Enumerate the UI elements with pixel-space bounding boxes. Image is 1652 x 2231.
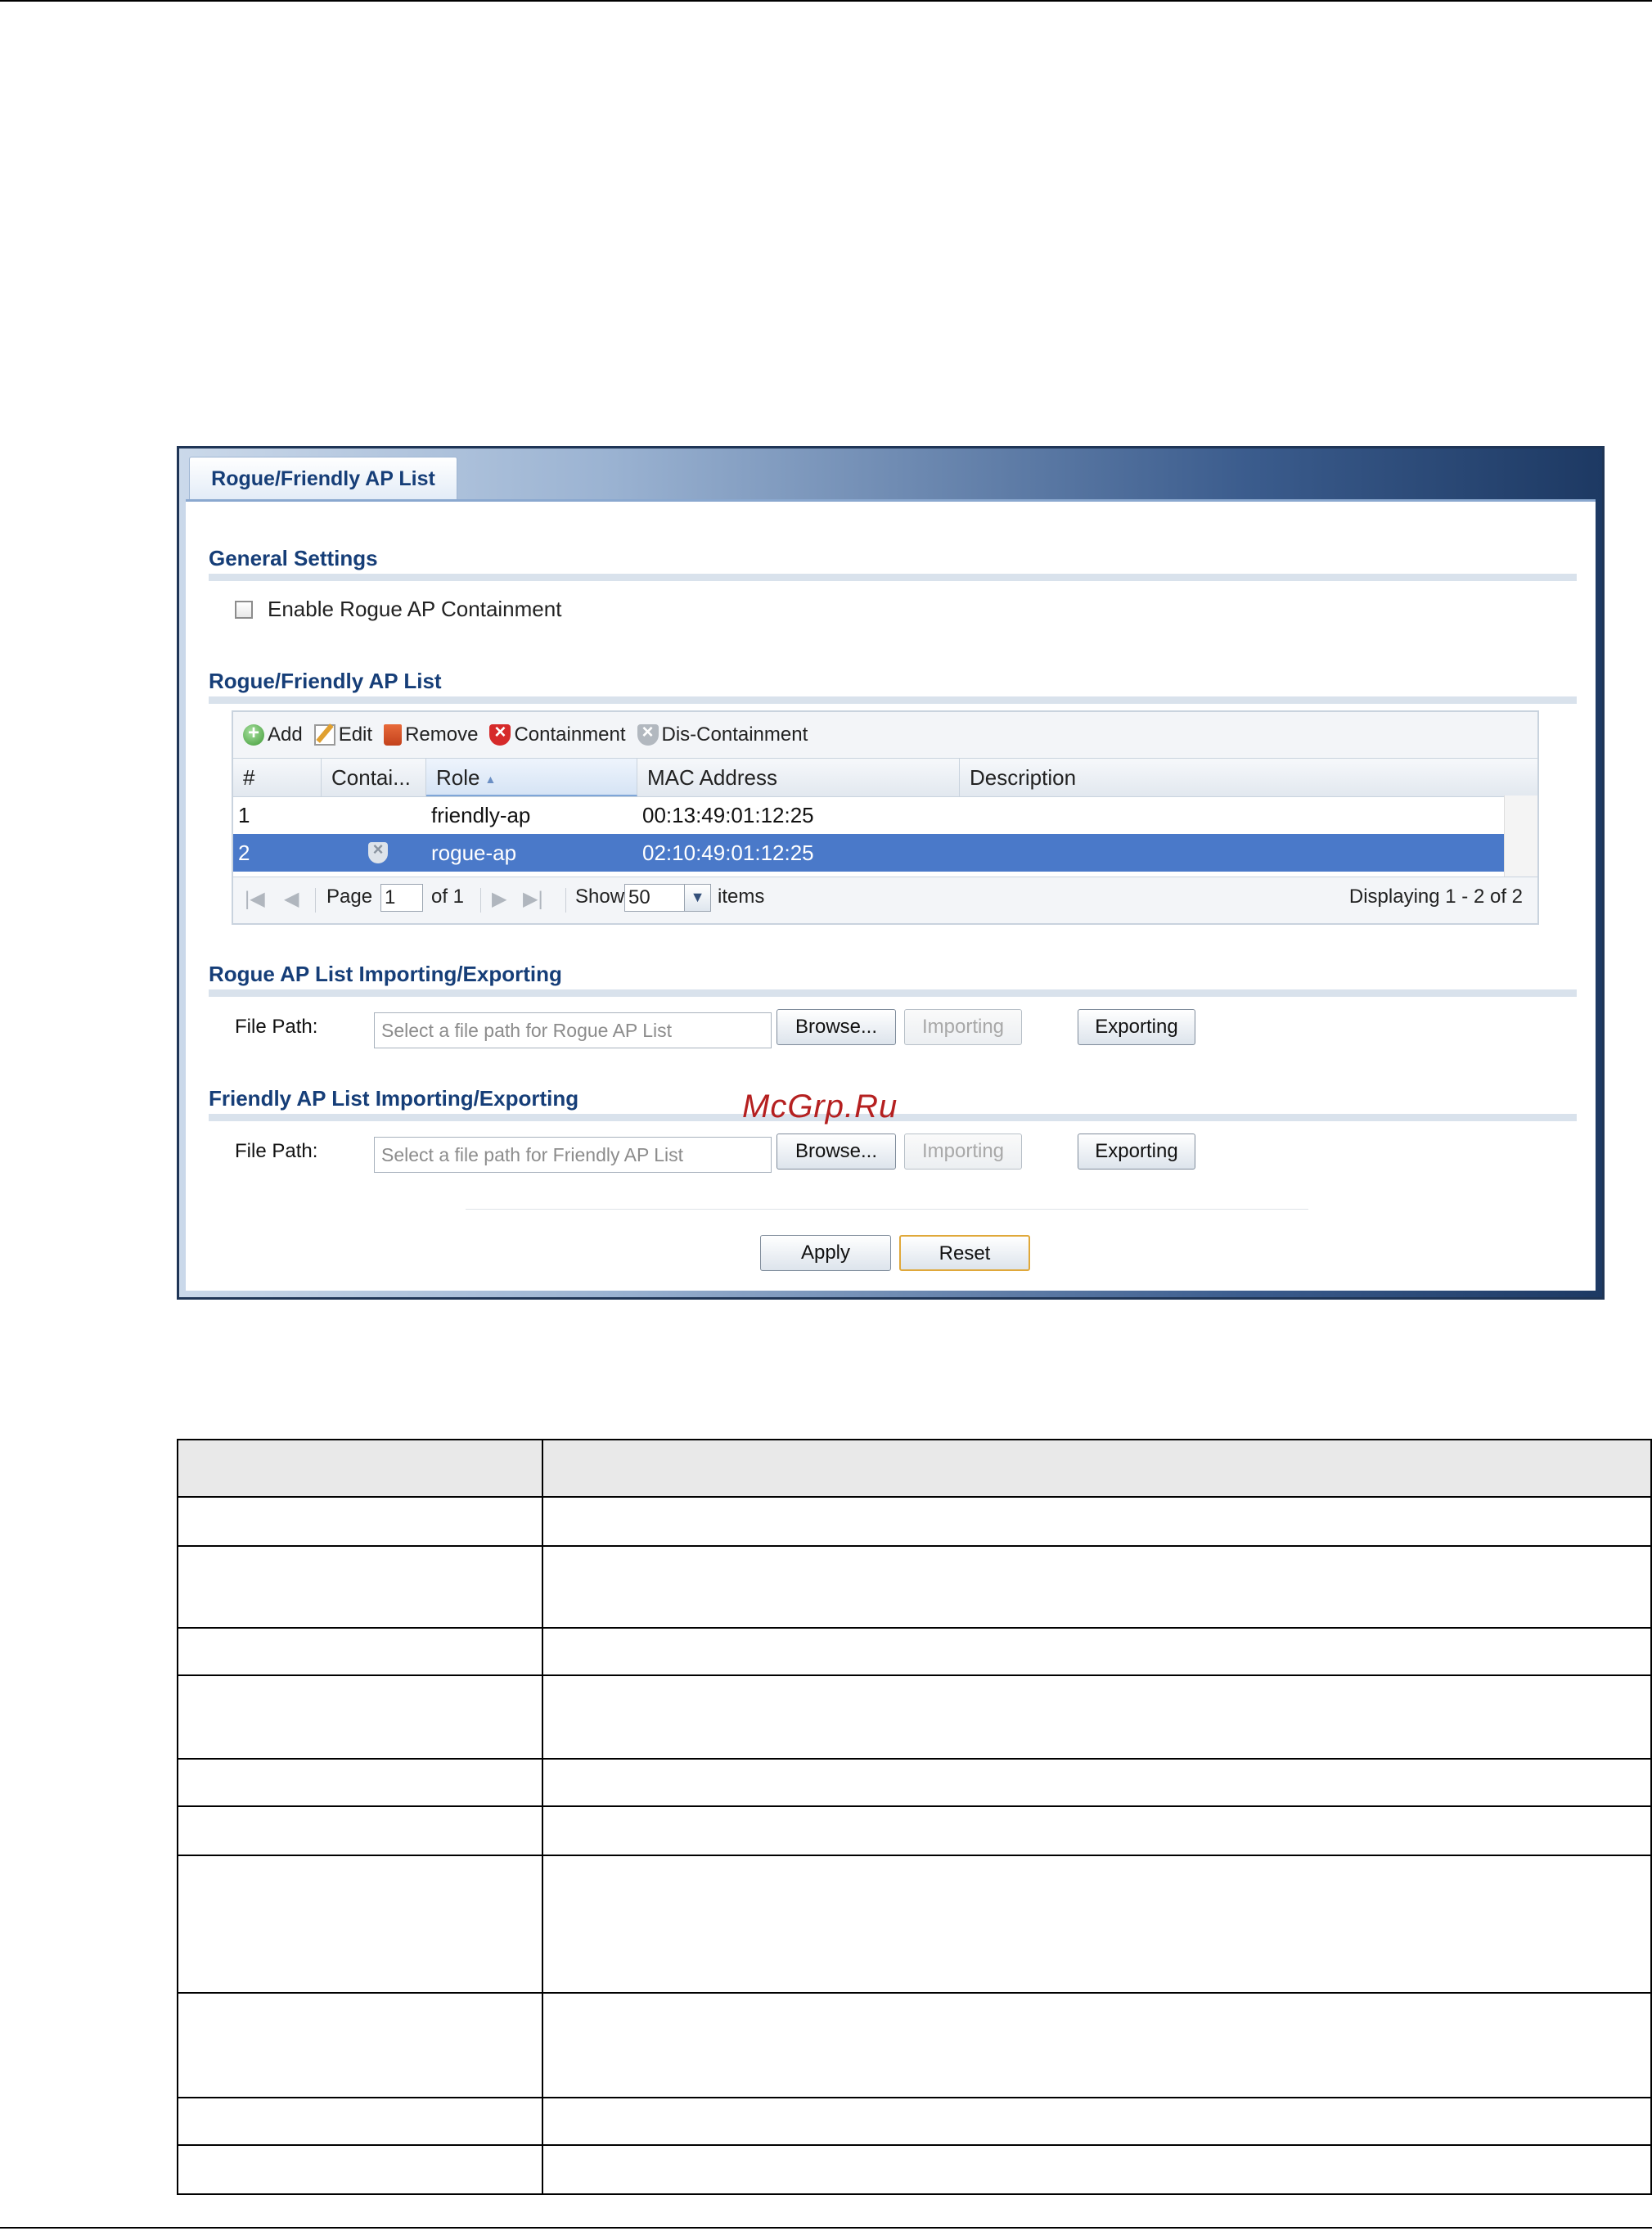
shield-red-icon [489,721,511,746]
chevron-down-icon[interactable]: ▼ [685,884,711,912]
column-header-mac[interactable]: MAC Address [637,759,960,796]
table-row [177,1758,1652,1807]
add-button[interactable]: Add [243,722,303,746]
containment-label: Containment [514,723,626,746]
apply-button[interactable]: Apply [760,1235,891,1271]
footer-divider [466,1209,1308,1210]
table-row [177,1674,1652,1760]
rogue-file-path-label: File Path: [235,1016,318,1038]
friendly-io-title: Friendly AP List Importing/Exporting [209,1086,579,1111]
role-header-label: Role [436,765,480,790]
table-header-cell [542,1439,1652,1498]
page-label: Page [326,886,373,908]
row-index: 1 [238,803,250,827]
row-description [960,834,965,872]
page-number-input[interactable]: 1 [380,884,423,912]
edit-button[interactable]: Edit [313,723,373,746]
displaying-count: Displaying 1 - 2 of 2 [1348,886,1523,908]
page-of-label: of 1 [431,886,465,908]
section-rule [209,989,1577,997]
row-index: 2 [238,841,250,865]
tab-rogue-friendly-ap-list[interactable]: Rogue/Friendly AP List [189,457,457,499]
grid-header: # Contai... Role ▲ MAC Address Descriptio… [233,758,1537,797]
next-page-icon[interactable]: ▶ [492,887,506,911]
column-header-role[interactable]: Role ▲ [426,759,637,796]
watermark-text: McGrp.Ru [742,1088,898,1125]
table-row [177,2097,1652,2146]
description-table [177,1439,1652,2195]
table-row-selected[interactable]: 2 rogue-ap 02:10:49:01:12:25 [233,834,1506,872]
enable-containment-label: Enable Rogue AP Containment [268,597,562,621]
add-label: Add [268,723,303,746]
edit-icon [313,724,335,746]
prev-page-icon[interactable]: ◀ [284,887,299,911]
bottom-rule [0,2227,1652,2229]
rogue-browse-button[interactable]: Browse... [776,1009,896,1045]
add-icon [243,722,264,746]
remove-label: Remove [405,723,479,746]
row-role: rogue-ap [431,841,517,865]
friendly-file-path-label: File Path: [235,1140,318,1162]
enable-containment-row: Enable Rogue AP Containment [235,597,561,622]
general-settings-title: General Settings [209,546,378,570]
rogue-importing-button[interactable]: Importing [904,1009,1022,1045]
dis-containment-label: Dis-Containment [661,723,808,746]
ap-list-toolbar: Add Edit Remove Containment Dis-Containm… [233,712,1537,758]
section-rule [209,574,1577,581]
top-rule [0,0,1652,2]
table-row [177,1855,1652,1994]
dis-containment-button[interactable]: Dis-Containment [637,721,808,746]
sort-ascending-icon: ▲ [484,773,497,786]
remove-button[interactable]: Remove [384,723,478,746]
table-header-cell [177,1439,543,1498]
table-row [177,1545,1652,1629]
pager-divider [480,888,481,913]
pager-divider [565,888,566,913]
rogue-exporting-button[interactable]: Exporting [1078,1009,1195,1045]
grid-pager: |◀ ◀ Page 1 of 1 ▶ ▶| Show 50 ▼ items Di… [233,877,1537,923]
row-description [960,796,965,834]
ap-list-grid: Add Edit Remove Containment Dis-Containm… [232,710,1539,925]
enable-containment-checkbox[interactable] [235,600,253,619]
column-header-index[interactable]: # [233,759,322,796]
show-label: Show [575,886,625,908]
ap-list-title: Rogue/Friendly AP List [209,669,442,693]
rogue-io-title: Rogue AP List Importing/Exporting [209,962,562,986]
grid-scrollbar[interactable] [1504,795,1537,877]
table-row[interactable]: 1 friendly-ap 00:13:49:01:12:25 [233,796,1506,834]
shield-grey-icon [637,721,659,746]
friendly-exporting-button[interactable]: Exporting [1078,1134,1195,1170]
table-row [177,1496,1652,1547]
table-row [177,1627,1652,1676]
rogue-file-path-input[interactable]: Select a file path for Rogue AP List [374,1012,772,1048]
section-rule [209,696,1577,704]
friendly-file-path-input[interactable]: Select a file path for Friendly AP List [374,1137,772,1173]
page-size-select[interactable]: 50 [624,884,685,912]
row-mac: 02:10:49:01:12:25 [642,841,814,865]
row-role: friendly-ap [431,803,531,827]
friendly-browse-button[interactable]: Browse... [776,1134,896,1170]
first-page-icon[interactable]: |◀ [245,887,265,911]
containment-button[interactable]: Containment [489,721,626,746]
friendly-importing-button[interactable]: Importing [904,1134,1022,1170]
contained-shield-icon [368,839,388,863]
edit-label: Edit [338,723,373,746]
row-mac: 00:13:49:01:12:25 [642,803,814,827]
last-page-icon[interactable]: ▶| [523,887,543,911]
table-row [177,1805,1652,1856]
panel-body: General Settings Enable Rogue AP Contain… [186,499,1596,1291]
items-label: items [718,886,765,908]
pager-divider [315,888,316,913]
column-header-description[interactable]: Description [960,759,1537,796]
rogue-friendly-ap-window: Rogue/Friendly AP List General Settings … [177,446,1605,1300]
reset-button[interactable]: Reset [899,1235,1030,1271]
table-row [177,1992,1652,2098]
table-row [177,2144,1652,2195]
trash-icon [384,724,403,746]
column-header-containment[interactable]: Contai... [322,759,426,796]
